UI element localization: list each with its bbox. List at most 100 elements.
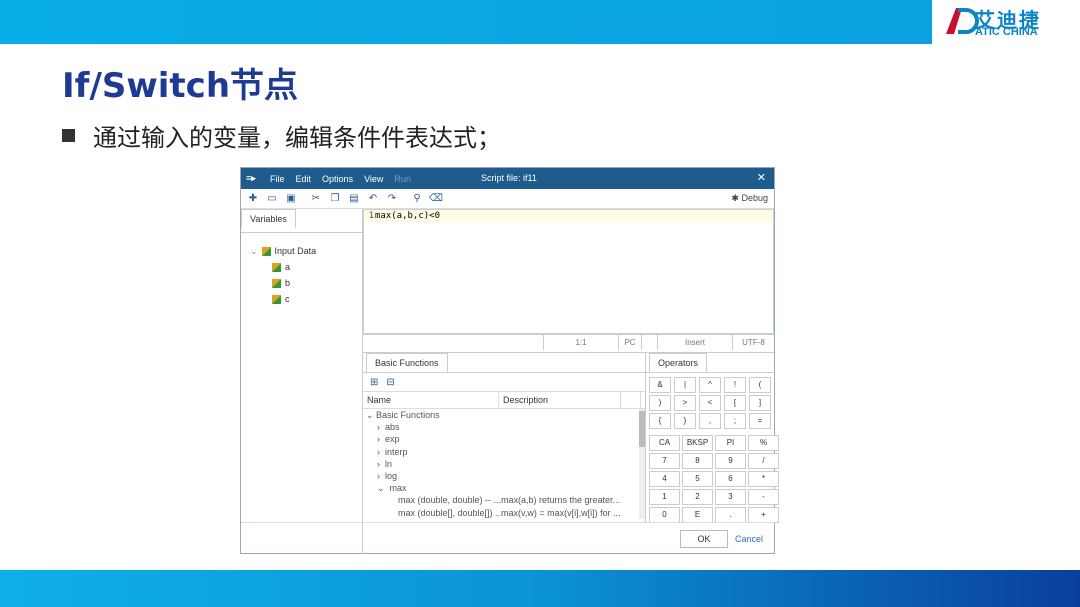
op-button[interactable]: = (749, 413, 771, 429)
key-button[interactable]: 5 (682, 471, 713, 487)
op-button[interactable]: | (674, 377, 696, 393)
save-icon[interactable]: ▣ (283, 192, 299, 206)
logo: 艾迪捷 ATIC CHINA (932, 0, 1080, 44)
code-text[interactable]: max(a,b,c)<0 (375, 211, 440, 221)
key-ca-button[interactable]: CA (649, 435, 680, 451)
functions-list: ⌄ Basic Functions › abs › exp › interp ›… (363, 409, 645, 519)
chevron-down-icon: ⌄ (250, 245, 258, 256)
op-button[interactable]: { (649, 413, 671, 429)
chevron-right-icon: › (377, 446, 385, 457)
clear-icon[interactable]: ⌫ (428, 192, 444, 206)
col-name[interactable]: Name (363, 392, 499, 408)
list-item[interactable]: › interp (363, 446, 645, 458)
collapse-all-icon[interactable]: ⊟ (386, 377, 394, 388)
op-button[interactable]: ) (649, 395, 671, 411)
key-button[interactable]: 6 (715, 471, 746, 487)
op-button[interactable]: ; (724, 413, 746, 429)
op-button[interactable]: ( (749, 377, 771, 393)
op-button[interactable]: , (699, 413, 721, 429)
key-button[interactable]: 3 (715, 489, 746, 505)
key-button[interactable]: 7 (649, 453, 680, 469)
list-item[interactable]: ⌄ max (363, 482, 645, 494)
key-button[interactable]: . (715, 507, 746, 523)
footer-band (0, 570, 1080, 607)
tree-root[interactable]: ⌄ Input Data (241, 243, 362, 259)
close-icon[interactable]: ✕ (757, 171, 766, 184)
key-button[interactable]: 0 (649, 507, 680, 523)
key-pi-button[interactable]: PI (715, 435, 746, 451)
list-item[interactable]: ⌄ Basic Functions (363, 409, 645, 421)
key-bksp-button[interactable]: BKSP (682, 435, 713, 451)
op-button[interactable]: > (674, 395, 696, 411)
app-icon: ≡▸ (246, 173, 256, 183)
menu-view[interactable]: View (364, 174, 383, 184)
status-insert: Insert (657, 335, 732, 350)
op-button[interactable]: [ (724, 395, 746, 411)
list-item[interactable]: max (double, double) -- ... max(a,b) ret… (363, 494, 645, 506)
logo-en-text: ATIC CHINA (975, 26, 1038, 38)
menu-edit[interactable]: Edit (296, 174, 312, 184)
line-number: 1 (368, 211, 374, 221)
operator-symbols: & | ^ ! ( ) > < [ ] { } , ; = (649, 377, 771, 429)
cut-icon[interactable]: ✂ (308, 192, 324, 206)
paste-icon[interactable]: ▤ (346, 192, 362, 206)
redo-icon[interactable]: ↷ (384, 192, 400, 206)
op-button[interactable]: < (699, 395, 721, 411)
tree-item-b[interactable]: b (241, 275, 362, 291)
key-button[interactable]: 8 (682, 453, 713, 469)
search-icon[interactable]: ⚲ (409, 192, 425, 206)
key-button[interactable]: 4 (649, 471, 680, 487)
chevron-right-icon: › (377, 458, 385, 469)
key-button[interactable]: + (748, 507, 779, 523)
menu-run[interactable]: Run (394, 174, 411, 184)
col-description[interactable]: Description (499, 392, 621, 408)
op-button[interactable]: ! (724, 377, 746, 393)
chevron-down-icon: ⌄ (366, 410, 377, 420)
key-percent-button[interactable]: % (748, 435, 779, 451)
new-file-icon[interactable]: ✚ (245, 192, 261, 206)
open-file-icon[interactable]: ▭ (264, 192, 280, 206)
list-item[interactable]: max (double[], double[]) ... max(v,w) = … (363, 507, 645, 519)
cancel-button[interactable]: Cancel (735, 534, 763, 544)
chevron-down-icon: ⌄ (377, 483, 390, 494)
chevron-right-icon: › (377, 434, 385, 445)
ok-button[interactable]: OK (680, 530, 728, 548)
key-button[interactable]: 1 (649, 489, 680, 505)
key-button[interactable]: * (748, 471, 779, 487)
bullet-text: 通过输入的变量，编辑条件件表达式； (93, 124, 501, 152)
undo-icon[interactable]: ↶ (365, 192, 381, 206)
key-button[interactable]: 2 (682, 489, 713, 505)
key-button[interactable]: 9 (715, 453, 746, 469)
variable-icon (272, 278, 281, 288)
debug-button[interactable]: ✱ Debug (731, 193, 768, 204)
operators-pane: Operators & | ^ ! ( ) > < [ ] { } , ; = … (645, 352, 779, 523)
list-item[interactable]: › log (363, 470, 645, 482)
expand-all-icon[interactable]: ⊞ (370, 377, 378, 388)
tab-variables[interactable]: Variables (241, 209, 296, 228)
menu-file[interactable]: File (270, 174, 285, 184)
status-encoding: UTF-8 (732, 335, 774, 350)
bug-icon: ✱ (731, 193, 742, 203)
op-button[interactable]: & (649, 377, 671, 393)
tab-basic-functions[interactable]: Basic Functions (366, 353, 448, 372)
list-item[interactable]: › abs (363, 421, 645, 433)
list-item[interactable]: › exp (363, 433, 645, 445)
tab-operators[interactable]: Operators (649, 353, 708, 372)
keypad: CA BKSP PI % 7 8 9 / 4 5 6 * 1 2 3 - 0 E… (649, 435, 779, 523)
op-button[interactable]: ] (749, 395, 771, 411)
tree-item-c[interactable]: c (241, 291, 362, 307)
op-button[interactable]: } (674, 413, 696, 429)
script-editor-window: ≡▸ File Edit Options View Run Script fil… (240, 167, 779, 554)
key-button[interactable]: - (748, 489, 779, 505)
menu-options[interactable]: Options (322, 174, 353, 184)
copy-icon[interactable]: ❐ (327, 192, 343, 206)
tree-item-a[interactable]: a (241, 259, 362, 275)
window-title: Script file: if11 (481, 173, 537, 183)
variable-icon (272, 294, 281, 304)
slide-title: If/Switch节点 (62, 66, 299, 106)
list-item[interactable]: › ln (363, 458, 645, 470)
op-button[interactable]: ^ (699, 377, 721, 393)
code-editor[interactable]: 1 max(a,b,c)<0 (363, 209, 774, 334)
key-button[interactable]: / (748, 453, 779, 469)
key-button[interactable]: E (682, 507, 713, 523)
